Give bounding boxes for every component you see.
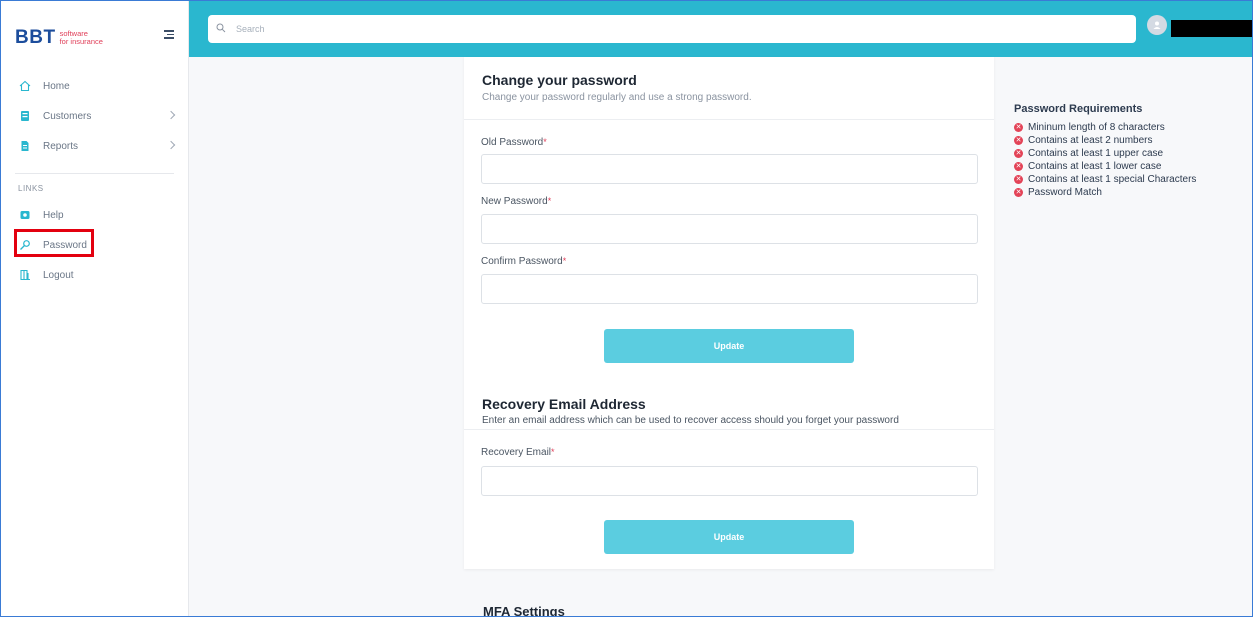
requirement-item: ✕ Contains at least 1 lower case xyxy=(1014,161,1162,172)
sidebar-item-label: Reports xyxy=(43,140,79,152)
brand-tagline-2: for insurance xyxy=(59,37,103,46)
recovery-email-subtitle: Enter an email address which can be used… xyxy=(482,415,899,426)
sidebar-item-password[interactable]: Password xyxy=(1,230,188,260)
chevron-right-icon xyxy=(166,110,176,120)
confirm-password-field[interactable] xyxy=(481,274,978,304)
update-password-button[interactable]: Update xyxy=(604,329,854,363)
sidebar-item-label: Help xyxy=(43,209,64,221)
new-password-field[interactable] xyxy=(481,214,978,244)
key-icon xyxy=(19,239,31,251)
logout-icon xyxy=(19,269,31,281)
change-password-title: Change your password xyxy=(482,72,637,88)
update-recovery-button[interactable]: Update xyxy=(604,520,854,554)
help-icon xyxy=(19,209,31,221)
confirm-password-label: Confirm Password* xyxy=(481,256,567,267)
new-password-label: New Password* xyxy=(481,196,552,207)
requirement-item: ✕ Contains at least 2 numbers xyxy=(1014,135,1153,146)
requirements-title: Password Requirements xyxy=(1014,103,1143,115)
old-password-field[interactable] xyxy=(481,154,978,184)
recovery-email-title: Recovery Email Address xyxy=(482,396,646,412)
sidebar-item-logout[interactable]: Logout xyxy=(1,260,188,290)
change-password-subtitle: Change your password regularly and use a… xyxy=(482,92,752,103)
sidebar-nav: Home Customers Reports LINKS Help Passwo… xyxy=(1,71,188,290)
logo[interactable]: BBT software for insurance xyxy=(15,27,103,49)
chevron-right-icon xyxy=(166,140,176,150)
sidebar-item-home[interactable]: Home xyxy=(1,71,188,101)
sidebar-item-label: Customers xyxy=(43,110,92,122)
section-divider xyxy=(464,119,994,120)
section-divider xyxy=(464,429,994,430)
sidebar-divider xyxy=(15,173,174,174)
sidebar-item-reports[interactable]: Reports xyxy=(1,131,188,161)
requirement-item: ✕ Contains at least 1 upper case xyxy=(1014,148,1164,159)
search-input[interactable] xyxy=(234,23,1118,35)
avatar[interactable] xyxy=(1147,15,1167,35)
error-x-icon: ✕ xyxy=(1014,123,1023,132)
requirement-item: ✕ Password Match xyxy=(1014,187,1102,198)
links-section-label: LINKS xyxy=(18,184,44,193)
old-password-label: Old Password* xyxy=(481,137,547,148)
password-requirements: Password Requirements ✕ Mininum length of… xyxy=(1014,103,1196,199)
sidebar-item-label: Logout xyxy=(43,269,74,281)
customers-icon xyxy=(19,110,31,122)
sidebar-item-help[interactable]: Help xyxy=(1,200,188,230)
error-x-icon: ✕ xyxy=(1014,175,1023,184)
search-bar xyxy=(208,15,1136,43)
mfa-settings-title: MFA Settings xyxy=(483,604,565,617)
redacted-username xyxy=(1171,20,1252,37)
error-x-icon: ✕ xyxy=(1014,149,1023,158)
recovery-email-field[interactable] xyxy=(481,466,978,496)
requirement-item: ✕ Mininum length of 8 characters xyxy=(1014,122,1165,133)
recovery-email-label: Recovery Email* xyxy=(481,447,555,458)
sidebar-item-customers[interactable]: Customers xyxy=(1,101,188,131)
search-icon xyxy=(216,20,226,38)
brand-tagline: software for insurance xyxy=(60,30,103,46)
password-card: Change your password Change your passwor… xyxy=(464,57,994,569)
user-icon xyxy=(1153,21,1161,29)
top-bar xyxy=(189,1,1252,57)
home-icon xyxy=(19,80,31,92)
error-x-icon: ✕ xyxy=(1014,162,1023,171)
brand-name: BBT xyxy=(15,27,56,48)
sidebar: BBT software for insurance Home Customer… xyxy=(1,1,189,616)
error-x-icon: ✕ xyxy=(1014,188,1023,197)
app-window: BBT software for insurance Home Customer… xyxy=(0,0,1253,617)
menu-toggle-icon[interactable] xyxy=(164,30,174,41)
sidebar-item-label: Home xyxy=(43,80,70,92)
error-x-icon: ✕ xyxy=(1014,136,1023,145)
reports-icon xyxy=(19,140,31,152)
requirement-item: ✕ Contains at least 1 special Characters xyxy=(1014,174,1197,185)
sidebar-item-label: Password xyxy=(43,239,87,251)
